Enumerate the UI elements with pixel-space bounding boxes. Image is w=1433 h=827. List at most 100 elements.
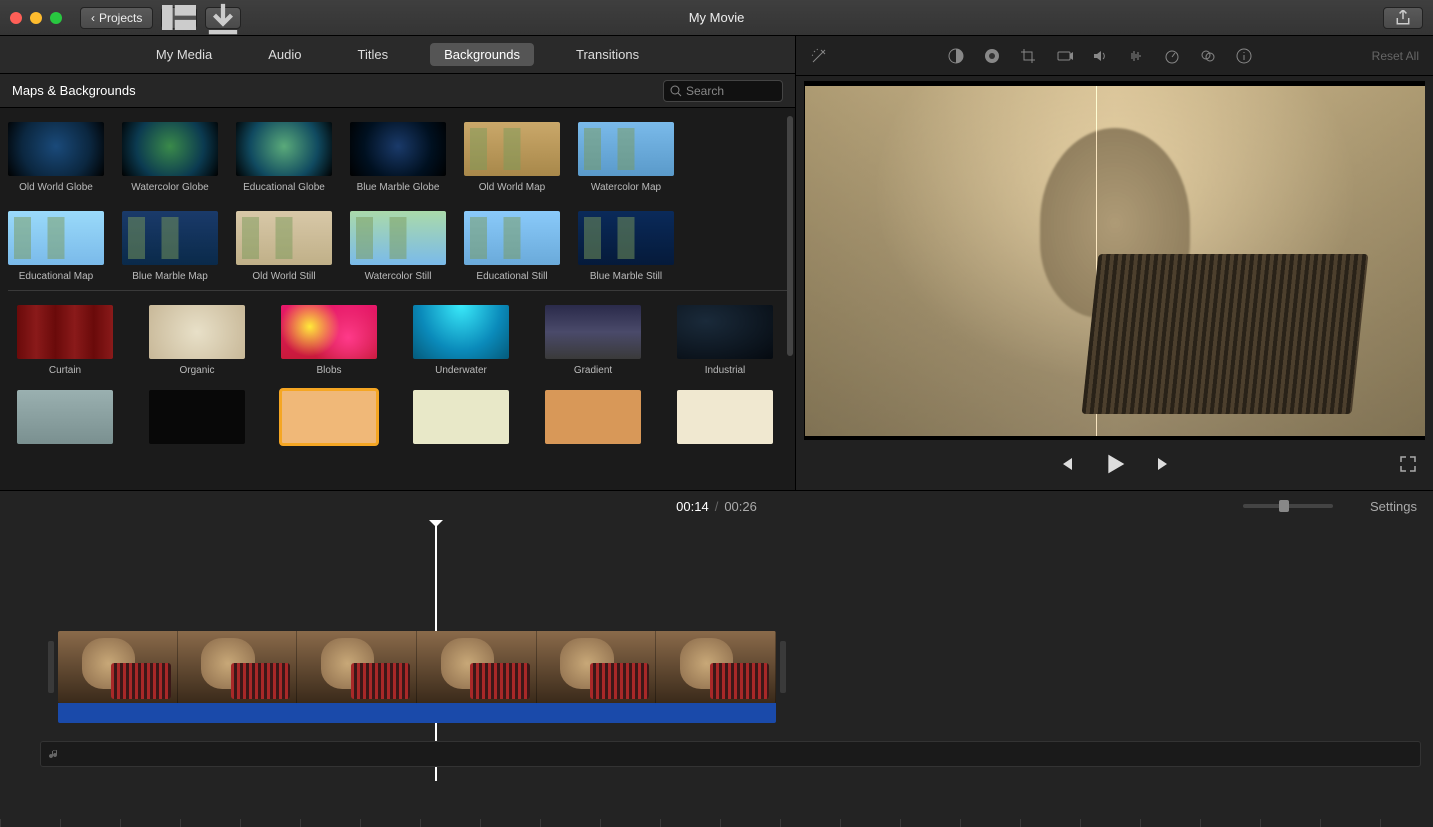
thumbnail-image (350, 211, 446, 265)
clip-thumbnail (417, 631, 537, 703)
thumbnail-label: Old World Globe (19, 182, 93, 193)
thumbnail-image (8, 122, 104, 176)
thumbnail-item[interactable]: Old World Map (464, 122, 560, 193)
thumbnail-image (281, 390, 377, 444)
thumbnail-image (578, 122, 674, 176)
timeline: 00:14 / 00:26 Settings (0, 490, 1433, 827)
thumbnail-label: Watercolor Map (591, 182, 661, 193)
thumbnail-item[interactable]: Blue Marble Map (122, 211, 218, 282)
tab-titles[interactable]: Titles (344, 43, 403, 66)
thumbnail-item[interactable]: Watercolor Still (350, 211, 446, 282)
thumbnail-label: Industrial (705, 365, 746, 376)
noise-reduction-button[interactable] (1127, 47, 1145, 65)
search-input[interactable]: Search (663, 80, 783, 102)
info-button[interactable] (1235, 47, 1253, 65)
thumbnail-item[interactable]: Blue Marble Still (578, 211, 674, 282)
thumbnail-image (122, 211, 218, 265)
thumbnail-item[interactable] (668, 390, 782, 450)
clip-audio-track[interactable] (58, 703, 776, 723)
thumbnail-item[interactable]: Old World Globe (8, 122, 104, 193)
import-button[interactable] (205, 7, 241, 29)
thumbnail-item[interactable] (272, 390, 386, 450)
color-balance-button[interactable] (947, 47, 965, 65)
timeline-tracks[interactable] (0, 521, 1433, 781)
thumbnail-label: Watercolor Globe (131, 182, 208, 193)
thumbnail-label: Blue Marble Still (590, 271, 662, 282)
volume-button[interactable] (1091, 47, 1109, 65)
clip-trim-right[interactable] (780, 641, 786, 693)
maximize-icon[interactable] (50, 12, 62, 24)
thumbnail-item[interactable]: Industrial (668, 305, 782, 376)
thumbnail-item[interactable]: Watercolor Globe (122, 122, 218, 193)
chevron-left-icon: ‹ (91, 11, 95, 25)
tab-my-media[interactable]: My Media (142, 43, 226, 66)
thumbnail-item[interactable]: Educational Still (464, 211, 560, 282)
library-grid[interactable]: Old World Globe Watercolor Globe Education… (0, 108, 795, 490)
thumbnail-item[interactable] (404, 390, 518, 450)
back-label: Projects (99, 11, 142, 25)
thumbnail-image (350, 122, 446, 176)
thumbnail-item[interactable] (140, 390, 254, 450)
thumbnail-item[interactable]: Curtain (8, 305, 122, 376)
current-time: 00:14 (676, 499, 709, 514)
download-icon (206, 1, 240, 35)
total-time: 00:26 (724, 499, 757, 514)
share-button[interactable] (1383, 7, 1423, 29)
thumbnail-image (464, 122, 560, 176)
thumbnail-item[interactable]: Underwater (404, 305, 518, 376)
thumbnail-item[interactable]: Blue Marble Globe (350, 122, 446, 193)
search-icon (670, 85, 682, 97)
timeline-settings-button[interactable]: Settings (1370, 499, 1417, 514)
thumbnail-image (8, 211, 104, 265)
reset-all-button[interactable]: Reset All (1372, 49, 1419, 63)
next-button[interactable] (1155, 455, 1173, 476)
crop-button[interactable] (1019, 47, 1037, 65)
tab-transitions[interactable]: Transitions (562, 43, 653, 66)
thumbnail-image (236, 122, 332, 176)
zoom-slider[interactable] (1243, 504, 1333, 508)
thumbnail-item[interactable]: Organic (140, 305, 254, 376)
search-placeholder: Search (686, 84, 724, 98)
share-icon (1395, 10, 1411, 26)
thumbnail-image (236, 211, 332, 265)
close-icon[interactable] (10, 12, 22, 24)
thumbnail-label: Old World Map (479, 182, 546, 193)
thumbnail-item[interactable] (8, 390, 122, 450)
library-layout-button[interactable] (161, 7, 197, 29)
tab-backgrounds[interactable]: Backgrounds (430, 43, 534, 66)
speed-button[interactable] (1163, 47, 1181, 65)
preview-viewport[interactable] (804, 81, 1425, 440)
stabilization-button[interactable] (1055, 47, 1073, 65)
play-button[interactable] (1103, 452, 1127, 479)
back-projects-button[interactable]: ‹ Projects (80, 7, 153, 29)
thumbnail-item[interactable]: Watercolor Map (578, 122, 674, 193)
thumbnail-item[interactable]: Blobs (272, 305, 386, 376)
window-title: My Movie (689, 10, 745, 25)
thumbnail-item[interactable]: Educational Globe (236, 122, 332, 193)
preview-frame (805, 86, 1425, 436)
library-title: Maps & Backgrounds (12, 83, 136, 98)
color-correction-button[interactable] (983, 47, 1001, 65)
thumbnail-image (545, 390, 641, 444)
scrollbar[interactable] (787, 116, 793, 356)
thumbnail-item[interactable] (536, 390, 650, 450)
thumbnail-item[interactable]: Gradient (536, 305, 650, 376)
prev-button[interactable] (1057, 455, 1075, 476)
thumbnail-item[interactable]: Educational Map (8, 211, 104, 282)
thumbnail-label: Blue Marble Map (132, 271, 208, 282)
enhance-wand-button[interactable] (810, 47, 828, 65)
thumbnail-image (413, 305, 509, 359)
thumbnail-image (281, 305, 377, 359)
clip-filter-button[interactable] (1199, 47, 1217, 65)
music-track[interactable] (40, 741, 1421, 767)
fullscreen-button[interactable] (1399, 455, 1417, 476)
minimize-icon[interactable] (30, 12, 42, 24)
thumbnail-label: Blue Marble Globe (357, 182, 440, 193)
thumbnail-image (677, 305, 773, 359)
clip-trim-left[interactable] (48, 641, 54, 693)
video-clip[interactable] (58, 631, 776, 703)
thumbnail-label: Old World Still (252, 271, 315, 282)
thumbnail-image (122, 122, 218, 176)
thumbnail-item[interactable]: Old World Still (236, 211, 332, 282)
tab-audio[interactable]: Audio (254, 43, 315, 66)
